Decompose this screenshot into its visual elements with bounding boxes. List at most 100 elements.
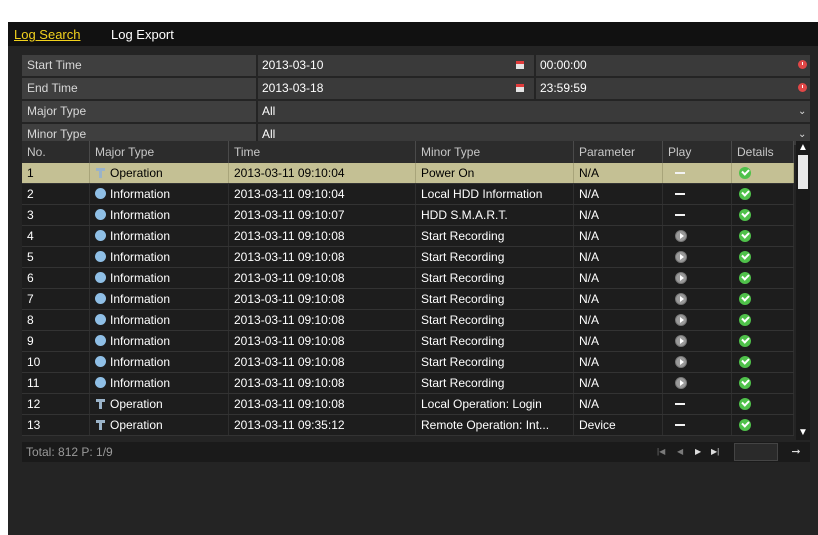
details-check-icon[interactable] (739, 314, 751, 326)
page-number-input[interactable] (734, 443, 778, 461)
details-check-icon[interactable] (739, 188, 751, 200)
cell-details (732, 352, 794, 372)
table-row[interactable]: 8 Information 2013-03-11 09:10:08 Start Rec… (22, 310, 794, 331)
table-row[interactable]: 12 Operation 2013-03-11 09:10:08 Local Oper… (22, 394, 794, 415)
details-check-icon[interactable] (739, 209, 751, 221)
tab-log-search[interactable]: Log Search (14, 27, 81, 42)
cell-play (663, 373, 732, 393)
information-icon (95, 293, 106, 304)
start-date-value: 2013-03-10 (262, 58, 324, 72)
no-playback-icon (675, 403, 685, 405)
cell-time: 2013-03-11 09:10:08 (229, 331, 416, 351)
clock-icon[interactable] (798, 83, 807, 92)
end-date-field[interactable]: 2013-03-18 (258, 78, 534, 99)
scroll-up-icon[interactable]: ▲ (796, 141, 810, 155)
cell-minor-type: Remote Operation: Int... (416, 415, 574, 435)
cell-time: 2013-03-11 09:10:08 (229, 289, 416, 309)
play-icon[interactable] (675, 335, 687, 347)
cell-play (663, 184, 732, 204)
play-icon[interactable] (675, 251, 687, 263)
major-type-row: Major Type All ⌄ (22, 101, 810, 122)
table-row[interactable]: 5 Information 2013-03-11 09:10:08 Start Rec… (22, 247, 794, 268)
major-type-select[interactable]: All ⌄ (258, 101, 810, 122)
cell-no: 4 (22, 226, 90, 246)
scroll-down-icon[interactable]: ▼ (796, 426, 810, 440)
prev-page-icon[interactable]: ◀ (677, 446, 683, 458)
details-check-icon[interactable] (739, 293, 751, 305)
cell-no: 5 (22, 247, 90, 267)
information-icon (95, 209, 106, 220)
details-check-icon[interactable] (739, 272, 751, 284)
scroll-thumb[interactable] (798, 155, 808, 189)
play-icon[interactable] (675, 293, 687, 305)
major-type-text: Information (110, 250, 171, 264)
operation-icon (95, 398, 106, 409)
details-check-icon[interactable] (739, 167, 751, 179)
major-type-text: Information (110, 187, 171, 201)
table-row[interactable]: 10 Information 2013-03-11 09:10:08 Start Re… (22, 352, 794, 373)
major-type-text: Information (110, 334, 171, 348)
table-scrollbar[interactable]: ▲ ▼ (796, 141, 810, 440)
play-icon[interactable] (675, 272, 687, 284)
major-type-text: Information (110, 292, 171, 306)
table-row[interactable]: 3 Information 2013-03-11 09:10:07 HDD S.M.A… (22, 205, 794, 226)
calendar-icon[interactable] (516, 61, 524, 69)
end-time-value: 23:59:59 (540, 81, 587, 95)
table-row[interactable]: 9 Information 2013-03-11 09:10:08 Start Rec… (22, 331, 794, 352)
cell-no: 7 (22, 289, 90, 309)
table-row[interactable]: 13 Operation 2013-03-11 09:35:12 Remote Ope… (22, 415, 794, 436)
play-icon[interactable] (675, 314, 687, 326)
end-time-field[interactable]: 23:59:59 (536, 78, 810, 99)
play-icon[interactable] (675, 230, 687, 242)
information-icon (95, 251, 106, 262)
details-check-icon[interactable] (739, 251, 751, 263)
cell-parameter: N/A (574, 394, 663, 414)
col-major-type[interactable]: Major Type (90, 141, 229, 163)
details-check-icon[interactable] (739, 398, 751, 410)
details-check-icon[interactable] (739, 356, 751, 368)
cell-parameter: N/A (574, 205, 663, 225)
table-row[interactable]: 6 Information 2013-03-11 09:10:08 Start Rec… (22, 268, 794, 289)
cell-parameter: N/A (574, 184, 663, 204)
calendar-icon[interactable] (516, 84, 524, 92)
cell-no: 1 (22, 163, 90, 183)
col-no[interactable]: No. (22, 141, 90, 163)
clock-icon[interactable] (798, 60, 807, 69)
cell-details (732, 331, 794, 351)
tab-log-export[interactable]: Log Export (111, 27, 174, 42)
major-type-value: All (262, 104, 276, 118)
start-date-field[interactable]: 2013-03-10 (258, 55, 534, 76)
details-check-icon[interactable] (739, 419, 751, 431)
last-page-icon[interactable]: ▶| (711, 446, 719, 458)
cell-parameter: N/A (574, 373, 663, 393)
major-type-text: Information (110, 355, 171, 369)
first-page-icon[interactable]: |◀ (657, 446, 665, 458)
cell-no: 12 (22, 394, 90, 414)
table-row[interactable]: 11 Information 2013-03-11 09:10:08 Start Re… (22, 373, 794, 394)
cell-no: 10 (22, 352, 90, 372)
col-details[interactable]: Details (732, 141, 794, 163)
go-page-icon[interactable]: ➞ (785, 443, 807, 461)
details-check-icon[interactable] (739, 230, 751, 242)
cell-time: 2013-03-11 09:10:04 (229, 163, 416, 183)
cell-major-type: Information (90, 247, 229, 267)
details-check-icon[interactable] (739, 377, 751, 389)
table-row[interactable]: 2 Information 2013-03-11 09:10:04 Local HDD… (22, 184, 794, 205)
table-row[interactable]: 7 Information 2013-03-11 09:10:08 Start Rec… (22, 289, 794, 310)
table-row[interactable]: 1 Operation 2013-03-11 09:10:04 Power On N/A (22, 163, 794, 184)
play-icon[interactable] (675, 377, 687, 389)
details-check-icon[interactable] (739, 335, 751, 347)
col-minor-type[interactable]: Minor Type (416, 141, 574, 163)
col-time[interactable]: Time (229, 141, 416, 163)
table-row[interactable]: 4 Information 2013-03-11 09:10:08 Start Rec… (22, 226, 794, 247)
cell-minor-type: Power On (416, 163, 574, 183)
start-time-field[interactable]: 00:00:00 (536, 55, 810, 76)
col-play[interactable]: Play (663, 141, 732, 163)
col-parameter[interactable]: Parameter (574, 141, 663, 163)
play-icon[interactable] (675, 356, 687, 368)
cell-minor-type: Start Recording (416, 331, 574, 351)
start-time-label: Start Time (22, 55, 256, 76)
next-page-icon[interactable]: ▶ (695, 446, 701, 458)
major-type-text: Operation (110, 397, 163, 411)
cell-major-type: Information (90, 352, 229, 372)
